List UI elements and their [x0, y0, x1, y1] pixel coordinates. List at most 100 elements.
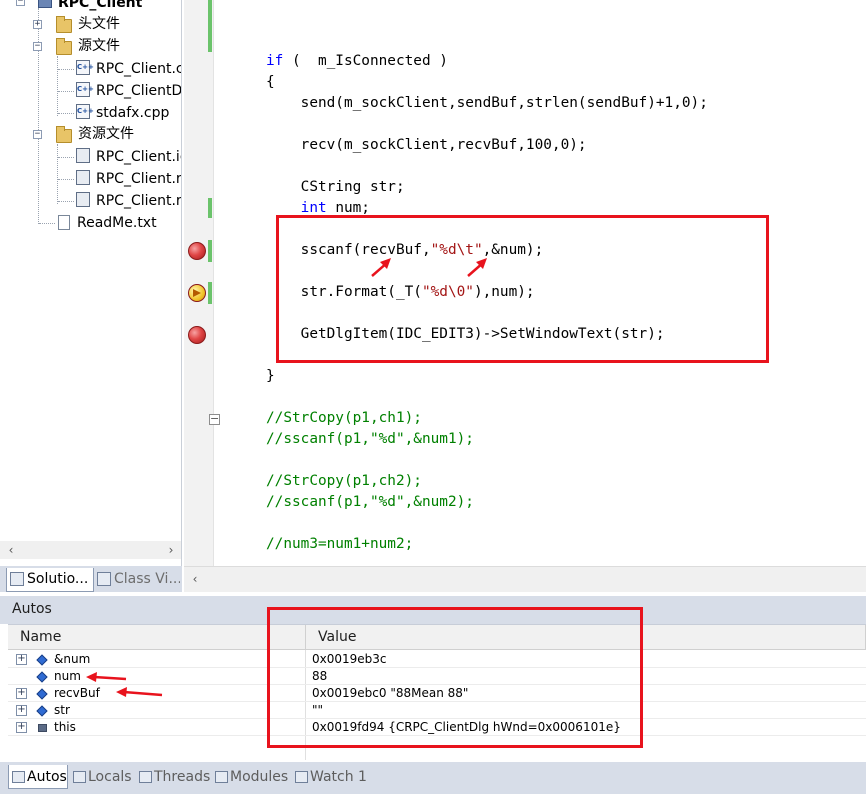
- cpp-file-icon: C++: [76, 60, 94, 75]
- tree-item-file[interactable]: RPC_Client.rc: [96, 191, 182, 211]
- current-statement-arrow-icon[interactable]: [188, 284, 206, 302]
- tab-label: Class Vi...: [114, 571, 180, 587]
- project-icon: [38, 0, 52, 8]
- variable-name: num: [54, 669, 81, 683]
- project-name: RPC_Client: [58, 0, 143, 11]
- scroll-left-arrow-icon[interactable]: ‹: [4, 543, 18, 557]
- code-token: ( m_IsConnected ): [283, 53, 448, 69]
- tree-item-file[interactable]: stdafx.cpp: [96, 103, 169, 123]
- code-token: num;: [326, 200, 370, 216]
- change-marker: [208, 0, 212, 52]
- locals-icon: [73, 771, 86, 783]
- text-file-icon: [58, 215, 70, 230]
- expand-row-icon[interactable]: +: [16, 688, 27, 699]
- tree-item-file[interactable]: RPC_Client.ic: [96, 147, 181, 167]
- tab-label: Modules: [230, 769, 289, 785]
- tree-item-label: RPC_Client.rc: [96, 193, 182, 209]
- annotation-arrow-icon: [467, 258, 487, 277]
- icon-file-icon: [76, 148, 90, 163]
- code-line[interactable]: //sscanf(p1,"%d",&num2);: [266, 493, 474, 511]
- tree-guide-line: [58, 179, 74, 180]
- code-token: //StrCopy(p1,ch2);: [266, 473, 422, 489]
- watch-icon: [295, 771, 308, 783]
- tab-locals[interactable]: Locals: [70, 765, 134, 789]
- object-icon: [38, 724, 47, 732]
- code-line[interactable]: //sscanf(p1,"%d",&num1);: [266, 430, 474, 448]
- tab-threads[interactable]: Threads: [136, 765, 212, 789]
- tab-label: Threads: [154, 769, 211, 785]
- solution-explorer: − RPC_Client + 头文件 − 源文件 C++ RPC_Client.…: [0, 0, 182, 566]
- code-line[interactable]: send(m_sockClient,sendBuf,strlen(sendBuf…: [266, 94, 708, 112]
- code-line[interactable]: //StrCopy(p1,ch1);: [266, 409, 422, 427]
- tree-guide-line: [58, 201, 74, 202]
- tree-item-label: ReadMe.txt: [77, 215, 157, 231]
- tree-item-source-files[interactable]: 源文件: [78, 36, 120, 56]
- field-icon: [36, 705, 48, 717]
- code-line[interactable]: recv(m_sockClient,recvBuf,100,0);: [266, 136, 587, 154]
- tree-item-label: RPC_Client.cp: [96, 61, 181, 77]
- project-node[interactable]: RPC_Client: [58, 0, 142, 13]
- solution-explorer-icon: [10, 572, 24, 586]
- tree-item-label: 头文件: [78, 16, 120, 32]
- code-line[interactable]: //StrCopy(p1,ch2);: [266, 472, 422, 490]
- tree-item-file[interactable]: ReadMe.txt: [77, 213, 157, 233]
- expand-row-icon[interactable]: +: [16, 654, 27, 665]
- tree-item-file[interactable]: RPC_ClientDl: [96, 81, 181, 101]
- breakpoint-icon[interactable]: [188, 242, 206, 260]
- modules-icon: [215, 771, 228, 783]
- variable-name: this: [54, 720, 76, 734]
- folder-open-icon: [56, 126, 72, 143]
- scroll-right-arrow-icon[interactable]: ›: [164, 543, 178, 557]
- tree-guide-line: [58, 113, 74, 114]
- class-view-icon: [97, 572, 111, 586]
- tree-item-header-files[interactable]: 头文件: [78, 14, 120, 34]
- editor-horizontal-scrollbar[interactable]: ‹: [184, 566, 866, 592]
- autos-icon: [12, 771, 25, 783]
- folder-open-icon: [56, 38, 72, 55]
- annotation-arrow-icon: [86, 672, 127, 682]
- code-line[interactable]: }: [266, 367, 275, 385]
- left-panel-tabs: Solutio... Class Vi...: [0, 566, 182, 592]
- expand-row-icon[interactable]: +: [16, 705, 27, 716]
- tree-guide-line: [57, 144, 58, 204]
- code-token: //num3=num1+num2;: [266, 536, 414, 552]
- change-marker: [208, 240, 212, 262]
- tab-label: Solutio...: [27, 571, 89, 587]
- code-token: }: [266, 368, 275, 384]
- tab-autos[interactable]: Autos: [8, 765, 68, 789]
- expand-row-icon[interactable]: +: [16, 722, 27, 733]
- solution-horizontal-scrollbar[interactable]: ‹ ›: [0, 541, 181, 559]
- code-line[interactable]: CString str;: [266, 178, 405, 196]
- outline-collapse-icon[interactable]: −: [209, 413, 220, 425]
- code-token: {: [266, 74, 275, 90]
- code-line[interactable]: if ( m_IsConnected ): [266, 52, 448, 70]
- column-header-name[interactable]: Name: [8, 625, 306, 650]
- resource-files-collapse-toggle[interactable]: −: [33, 130, 42, 139]
- breakpoint-icon[interactable]: [188, 326, 206, 344]
- tree-item-file[interactable]: RPC_Client.rc: [96, 169, 181, 189]
- resource-file-icon: [76, 170, 90, 185]
- folder-icon: [56, 16, 72, 33]
- code-token: if: [266, 53, 284, 69]
- code-token: //sscanf(p1,"%d",&num1);: [266, 431, 474, 447]
- code-token: CString str;: [266, 179, 405, 195]
- tab-modules[interactable]: Modules: [212, 765, 292, 789]
- tab-class-view[interactable]: Class Vi...: [94, 568, 180, 592]
- scroll-left-arrow-icon[interactable]: ‹: [188, 572, 202, 586]
- tree-guide-line: [57, 56, 58, 116]
- field-icon: [36, 654, 48, 666]
- project-collapse-toggle[interactable]: −: [16, 0, 25, 6]
- annotation-arrow-icon: [116, 687, 163, 697]
- header-files-expand-toggle[interactable]: +: [33, 20, 42, 29]
- code-token: int: [266, 200, 327, 216]
- tree-item-file[interactable]: RPC_Client.cp: [96, 59, 181, 79]
- tab-solution-explorer[interactable]: Solutio...: [6, 568, 94, 592]
- code-line[interactable]: //num3=num1+num2;: [266, 535, 413, 553]
- source-files-collapse-toggle[interactable]: −: [33, 42, 42, 51]
- tab-label: Autos: [27, 769, 67, 785]
- tree-item-resource-files[interactable]: 资源文件: [78, 124, 134, 144]
- code-token: send(m_sockClient,sendBuf,strlen(sendBuf…: [266, 95, 708, 111]
- tab-watch-1[interactable]: Watch 1: [292, 765, 368, 789]
- code-line[interactable]: {: [266, 73, 275, 91]
- threads-icon: [139, 771, 152, 783]
